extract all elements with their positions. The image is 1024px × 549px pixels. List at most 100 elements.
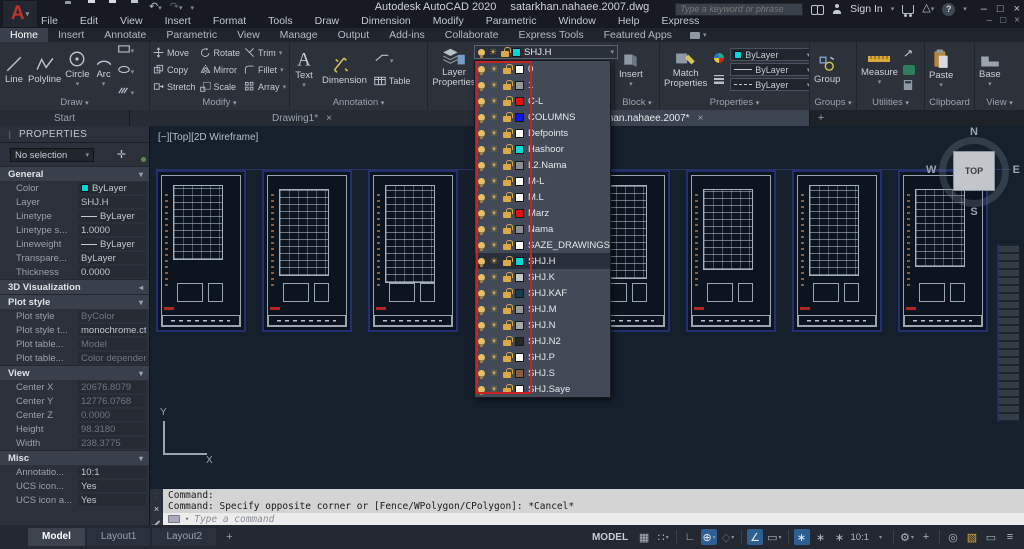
sun-icon[interactable]: ☀ [489,97,499,106]
layer-row[interactable]: ☀ M.L [475,189,610,205]
annotation-scale-value[interactable]: 10:1 [851,532,870,543]
layer-row[interactable]: ☀ L2.Nama [475,157,610,173]
sun-icon[interactable]: ☀ [489,337,499,346]
menu-express[interactable]: Express [650,14,710,28]
layer-color-swatch[interactable] [515,257,524,266]
layer-color-swatch[interactable] [512,48,521,57]
clean-screen-icon[interactable]: ▭ [983,529,999,545]
polar-tracking-icon[interactable]: ⊕▾ [701,529,717,545]
linetype-dropdown[interactable]: ByLayer▾ [730,78,809,91]
new-file-tab-button[interactable]: + [810,110,832,126]
annotation-visibility-icon[interactable]: ∗ [794,529,810,545]
sun-icon[interactable]: ☀ [489,145,499,154]
ribbon-tab-home[interactable]: Home [0,28,48,42]
layer-row[interactable]: ☀ SHJ.H [475,253,610,269]
panel-block-label[interactable]: Block ▾ [615,97,659,110]
help-icon[interactable]: ? [942,3,955,16]
layer-color-swatch[interactable] [515,273,524,282]
panel-annotation-label[interactable]: Annotation ▾ [290,97,427,110]
quick-select-icon[interactable] [132,149,145,161]
layer-color-swatch[interactable] [515,65,524,74]
layer-color-swatch[interactable] [515,337,524,346]
selection-dropdown[interactable]: No selection▾ [10,148,94,162]
layer-color-swatch[interactable] [515,113,524,122]
select-objects-icon[interactable]: ✛ [115,149,128,161]
unlock-icon[interactable] [501,51,509,57]
doc-close-button[interactable]: × [1014,15,1020,26]
layer-color-swatch[interactable] [515,385,524,394]
file-tab-start[interactable]: Start [0,110,130,126]
base-button[interactable]: Base▾ [978,50,1002,90]
unlock-icon[interactable] [503,180,511,186]
bulb-icon[interactable] [478,194,485,201]
unlock-icon[interactable] [503,68,511,74]
layer-color-swatch[interactable] [515,193,524,202]
sun-icon[interactable]: ☀ [489,177,499,186]
ortho-icon[interactable]: ∟ [682,529,698,545]
layer-row[interactable]: ☀ SHJ.N2 [475,333,610,349]
layout-tab-layout1[interactable]: Layout1 [87,528,151,546]
sun-icon[interactable]: ☀ [489,369,499,378]
ribbon-tab-view[interactable]: View [227,28,270,42]
palette-section-header[interactable]: Misc▾ [0,450,149,465]
palette-section-header[interactable]: View▾ [0,365,149,380]
ribbon-display-toggle[interactable]: ▾ [690,28,707,42]
unlock-icon[interactable] [503,276,511,282]
plus-icon[interactable]: + [918,529,934,545]
viewcube-south[interactable]: S [930,206,1018,218]
layer-row[interactable]: ☀ SHJ.KAF [475,285,610,301]
doc-restore-button[interactable]: □ [1000,15,1006,26]
leader-icon[interactable]: ▾ [374,50,411,68]
unlock-icon[interactable] [503,244,511,250]
viewcube-west[interactable]: W [926,164,936,176]
sign-in-icon[interactable] [832,4,842,14]
layer-row[interactable]: ☀ SHJ.Saye [475,381,610,397]
minimize-button[interactable]: – [981,3,987,15]
command-dropdown-icon[interactable]: ▾ [185,515,189,523]
unlock-icon[interactable] [503,100,511,106]
sun-icon[interactable]: ☀ [489,385,499,394]
arc-button[interactable]: Arc▾ [93,50,115,90]
viewcube-east[interactable]: E [1013,164,1020,176]
ribbon-tab-collaborate[interactable]: Collaborate [435,28,509,42]
help-dropdown-icon[interactable]: ▾ [963,5,967,13]
bulb-icon[interactable] [478,354,485,361]
quick-measure-icon[interactable] [903,65,915,75]
layer-row[interactable]: ☀ SHJ.K [475,269,610,285]
layer-properties-button[interactable]: Layer Properties [431,46,477,88]
layer-row[interactable]: ☀ SHJ.S [475,365,610,381]
measure-button[interactable]: Measure▾ [860,52,899,88]
panel-modify-label[interactable]: Modify ▾ [150,97,289,110]
model-space-label[interactable]: MODEL [592,532,628,543]
ribbon-tab-manage[interactable]: Manage [270,28,328,42]
panel-view-label[interactable]: View ▾ [975,97,1024,110]
ribbon-tab-parametric[interactable]: Parametric [156,28,227,42]
bulb-icon[interactable] [478,210,485,217]
unlock-icon[interactable] [503,116,511,122]
circle-button[interactable]: Circle▾ [64,50,90,90]
layer-color-swatch[interactable] [515,97,524,106]
layer-color-swatch[interactable] [515,209,524,218]
autodesk-360-icon[interactable]: △▾ [922,2,934,16]
quick-calc-icon[interactable] [903,77,915,95]
bulb-icon[interactable] [478,386,485,393]
menu-help[interactable]: Help [607,14,651,28]
ribbon-tab-featured-apps[interactable]: Featured Apps [594,28,682,42]
bulb-icon[interactable] [478,322,485,329]
layer-row[interactable]: ☀ SHJ.M [475,301,610,317]
unlock-icon[interactable] [503,356,511,362]
copy-button[interactable]: Copy [153,61,196,78]
menu-draw[interactable]: Draw [304,14,351,28]
layer-color-swatch[interactable] [515,353,524,362]
layer-color-swatch[interactable] [515,129,524,138]
layer-row[interactable]: ☀ SHJ.N [475,317,610,333]
panel-utilities-label[interactable]: Utilities ▾ [857,97,924,110]
mirror-button[interactable]: Mirror [200,61,241,78]
layer-row[interactable]: ☀ SHJ.P [475,349,610,365]
menu-dimension[interactable]: Dimension [350,14,422,28]
ribbon-tab-add-ins[interactable]: Add-ins [379,28,435,42]
sun-icon[interactable]: ☀ [489,321,499,330]
bulb-icon[interactable] [478,98,485,105]
sun-icon[interactable]: ☀ [489,129,499,138]
menu-window[interactable]: Window [547,14,606,28]
